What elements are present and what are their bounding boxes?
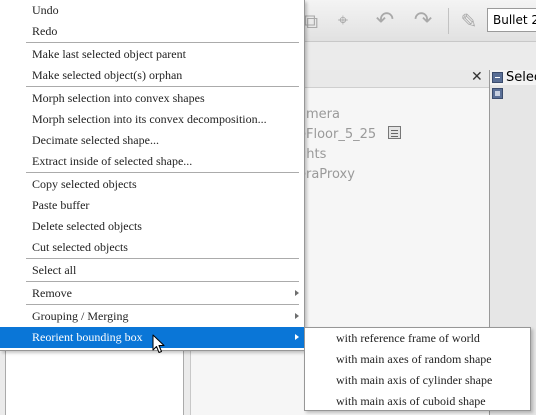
- collapse-icon[interactable]: [492, 72, 503, 83]
- menu-separator: [26, 258, 299, 259]
- context-menu: Undo Redo Make last selected object pare…: [0, 0, 305, 351]
- submenu-arrow-icon: [295, 313, 299, 319]
- menu-item-make-parent[interactable]: Make last selected object parent: [0, 44, 304, 65]
- menu-item-grouping-merging[interactable]: Grouping / Merging: [0, 306, 304, 327]
- tree-item-camera-proxy[interactable]: eraProxy: [298, 167, 355, 182]
- menu-item-copy[interactable]: Copy selected objects: [0, 174, 304, 195]
- menu-item-delete[interactable]: Delete selected objects: [0, 216, 304, 237]
- menu-item-extract-inside[interactable]: Extract inside of selected shape...: [0, 151, 304, 172]
- submenu-item-random-shape[interactable]: with main axes of random shape: [305, 349, 530, 370]
- menu-item-redo[interactable]: Redo: [0, 21, 304, 42]
- selection-panel-title: Selec: [506, 70, 536, 85]
- toolbar-separator: [448, 8, 449, 34]
- submenu-arrow-icon: [295, 334, 299, 340]
- menu-item-select-all[interactable]: Select all: [0, 260, 304, 281]
- menu-item-label: Reorient bounding box: [32, 330, 143, 344]
- menu-item-label: Grouping / Merging: [32, 309, 129, 323]
- menu-separator: [26, 86, 299, 87]
- physics-engine-select[interactable]: Bullet 2.7: [487, 8, 536, 32]
- selection-panel-header: Selec: [490, 70, 536, 85]
- redo-icon[interactable]: ↷: [410, 8, 436, 34]
- menu-separator: [26, 281, 299, 282]
- menu-item-paste[interactable]: Paste buffer: [0, 195, 304, 216]
- submenu-item-cylinder-shape[interactable]: with main axis of cylinder shape: [305, 370, 530, 391]
- menu-item-label: Remove: [32, 286, 72, 300]
- close-icon[interactable]: ✕: [471, 69, 483, 85]
- menu-item-decimate[interactable]: Decimate selected shape...: [0, 130, 304, 151]
- submenu-item-world-frame[interactable]: with reference frame of world: [305, 328, 530, 349]
- menu-item-morph-decomposition[interactable]: Morph selection into its convex decompos…: [0, 109, 304, 130]
- menu-separator: [26, 42, 299, 43]
- transform-tool-icon[interactable]: ⌖: [330, 8, 356, 34]
- script-document-icon[interactable]: [388, 126, 401, 139]
- menu-item-morph-convex[interactable]: Morph selection into convex shapes: [0, 88, 304, 109]
- menu-item-undo[interactable]: Undo: [0, 0, 304, 21]
- menu-item-remove[interactable]: Remove: [0, 283, 304, 304]
- reorient-submenu: with reference frame of world with main …: [304, 327, 531, 411]
- wrench-icon[interactable]: ✎: [456, 8, 482, 34]
- tree-item-floor[interactable]: eFloor_5_25: [298, 127, 376, 142]
- menu-item-make-orphan[interactable]: Make selected object(s) orphan: [0, 65, 304, 86]
- submenu-arrow-icon: [295, 290, 299, 296]
- submenu-item-cuboid-shape[interactable]: with main axis of cuboid shape: [305, 391, 530, 412]
- menu-item-cut[interactable]: Cut selected objects: [0, 237, 304, 258]
- mouse-cursor-icon: [152, 334, 165, 353]
- undo-icon[interactable]: ↶: [372, 8, 398, 34]
- menu-separator: [26, 172, 299, 173]
- menu-separator: [26, 304, 299, 305]
- expand-icon[interactable]: [492, 88, 503, 99]
